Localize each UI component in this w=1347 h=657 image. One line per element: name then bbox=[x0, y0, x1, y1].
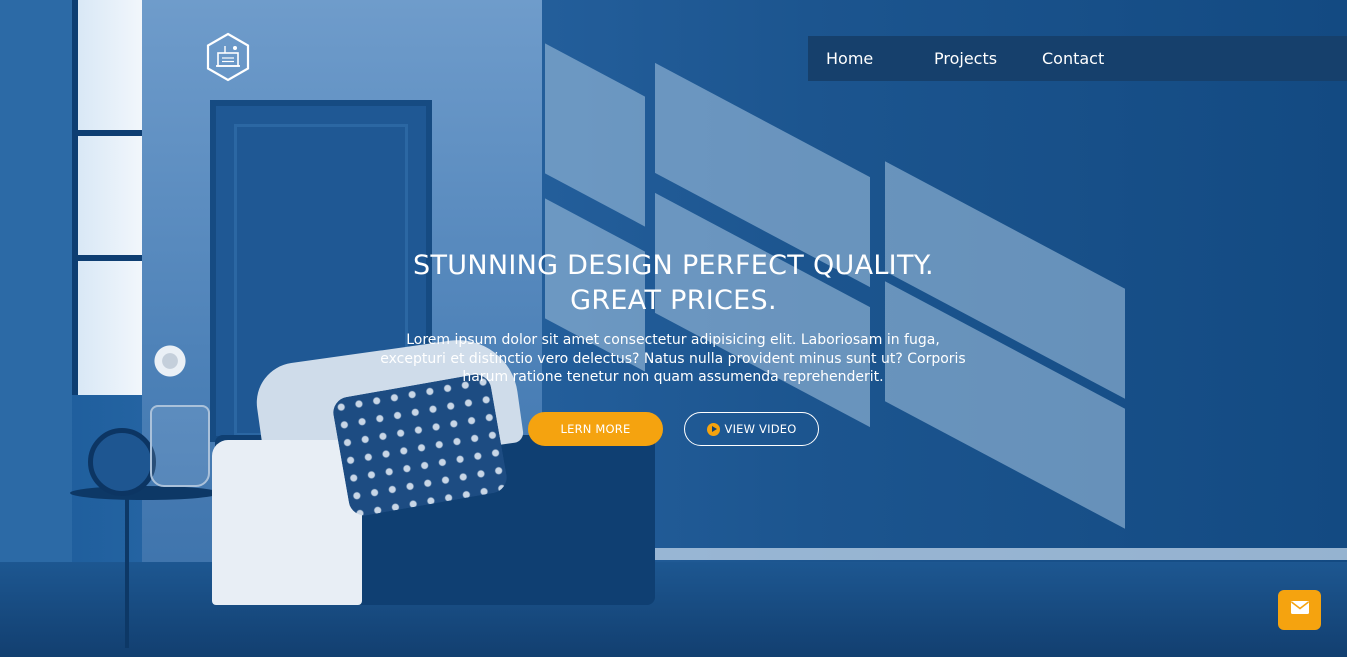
hero-headline-line2: GREAT PRICES. bbox=[570, 285, 777, 316]
learn-more-button[interactable]: LERN MORE bbox=[528, 412, 663, 446]
envelope-icon bbox=[1290, 601, 1309, 619]
hero-headline-line1: STUNNING DESIGN PERFECT QUALITY. bbox=[413, 250, 934, 281]
scene-window bbox=[72, 0, 148, 395]
view-video-label: VIEW VIDEO bbox=[724, 422, 797, 436]
view-video-button[interactable]: VIEW VIDEO bbox=[684, 412, 819, 446]
scene-armchair-arm bbox=[212, 440, 362, 605]
scene-table-leg bbox=[125, 498, 129, 648]
learn-more-label: LERN MORE bbox=[560, 422, 631, 436]
scene-side-table bbox=[70, 486, 220, 500]
nav-contact-link[interactable]: Contact bbox=[1042, 49, 1104, 68]
scene-flower bbox=[152, 343, 188, 379]
hexagon-logo-icon[interactable] bbox=[204, 32, 252, 82]
hero-lead-text: Lorem ipsum dolor sit amet consectetur a… bbox=[380, 332, 966, 385]
hero-headline: STUNNING DESIGN PERFECT QUALITY. GREAT P… bbox=[0, 248, 1347, 318]
scene-floor bbox=[0, 562, 1347, 657]
scene-clock bbox=[88, 428, 156, 496]
scene-vase bbox=[150, 405, 210, 487]
contact-mail-button[interactable] bbox=[1278, 590, 1321, 630]
main-nav: Home Projects Contact bbox=[808, 36, 1347, 81]
hero-section bbox=[0, 0, 1347, 657]
scene-light bbox=[545, 43, 645, 227]
scene-wall-left bbox=[0, 0, 72, 657]
play-icon bbox=[706, 422, 720, 436]
scene-baseboard bbox=[650, 548, 1347, 560]
nav-projects-link[interactable]: Projects bbox=[934, 49, 997, 68]
nav-home-link[interactable]: Home bbox=[826, 49, 873, 68]
